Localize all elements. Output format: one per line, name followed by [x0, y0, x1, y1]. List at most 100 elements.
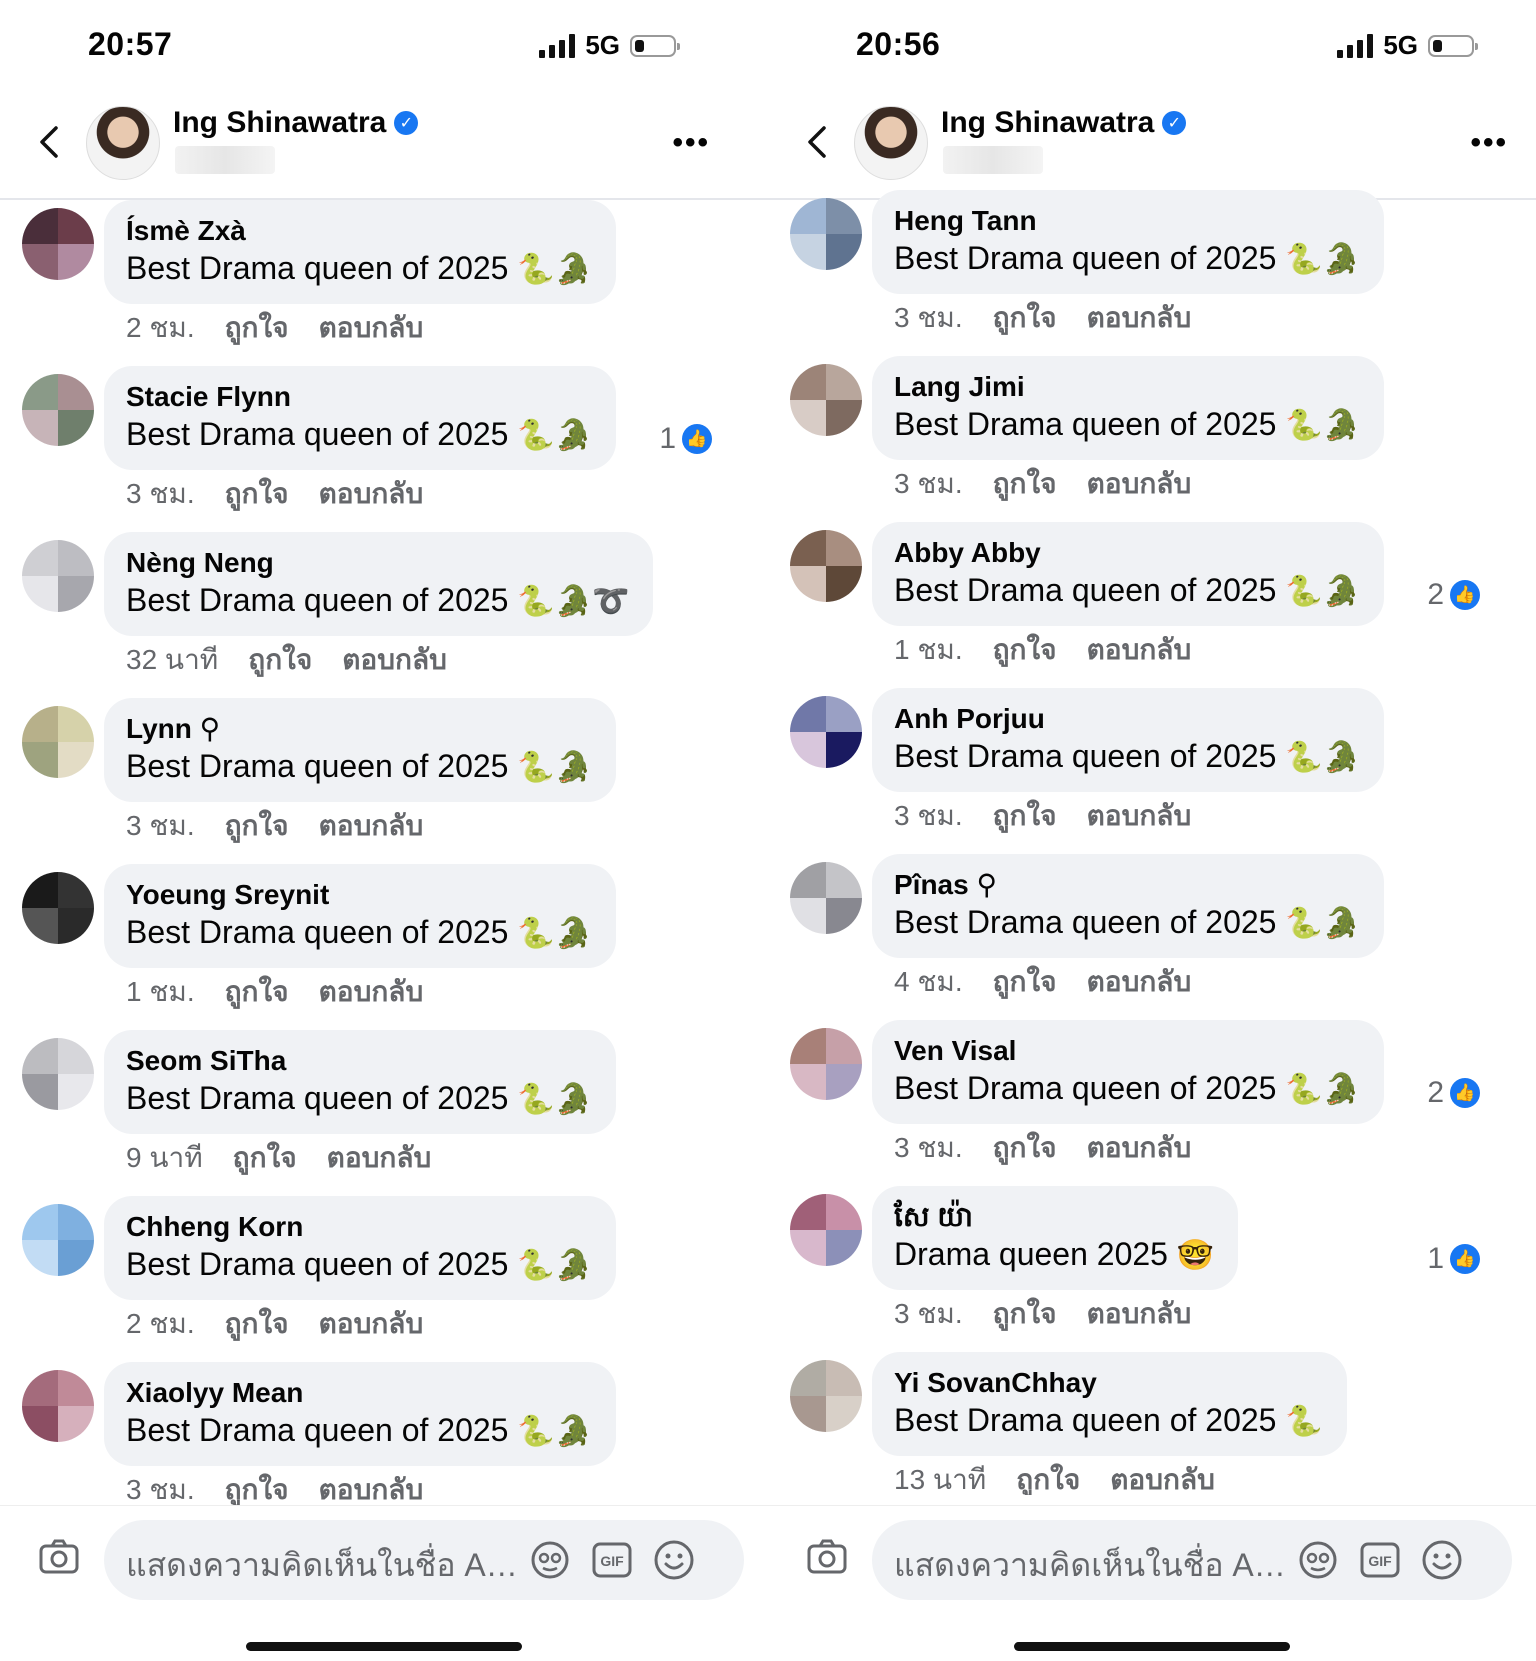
like-button[interactable]: ถูกใจ: [993, 1292, 1057, 1336]
commenter-avatar[interactable]: [22, 1370, 94, 1442]
like-count[interactable]: 1 👍: [1427, 1242, 1480, 1276]
comment-bubble[interactable]: Stacie Flynn Best Drama queen of 2025 🐍🐊: [104, 366, 617, 470]
commenter-name[interactable]: Seom SiTha: [126, 1044, 592, 1078]
commenter-avatar[interactable]: [790, 696, 862, 768]
page-name[interactable]: Ing Shinawatra ✓: [173, 106, 419, 140]
commenter-name[interactable]: Yoeung Sreynit: [126, 878, 592, 912]
reply-button[interactable]: ตอบกลับ: [319, 472, 424, 516]
reply-button[interactable]: ตอบกลับ: [319, 804, 424, 848]
avatar-sticker-icon[interactable]: [528, 1538, 572, 1582]
reply-button[interactable]: ตอบกลับ: [1087, 628, 1192, 672]
like-button[interactable]: ถูกใจ: [993, 794, 1057, 838]
like-count[interactable]: 2 👍: [1427, 1076, 1480, 1110]
comment-bubble[interactable]: Ven Visal Best Drama queen of 2025 🐍🐊: [872, 1020, 1385, 1124]
like-count[interactable]: 1 👍: [659, 422, 712, 456]
commenter-name[interactable]: Abby Abby: [894, 536, 1360, 570]
reply-button[interactable]: ตอบกลับ: [1087, 462, 1192, 506]
commenter-avatar[interactable]: [22, 706, 94, 778]
like-button[interactable]: ถูกใจ: [248, 638, 312, 682]
commenter-avatar[interactable]: [22, 1204, 94, 1276]
reply-button[interactable]: ตอบกลับ: [1087, 1126, 1192, 1170]
commenter-name[interactable]: Lynn ⚲: [126, 712, 592, 746]
like-button[interactable]: ถูกใจ: [993, 960, 1057, 1004]
avatar-sticker-icon[interactable]: [1296, 1538, 1340, 1582]
commenter-name[interactable]: Ven Visal: [894, 1034, 1360, 1068]
back-arrow-icon[interactable]: [798, 122, 838, 162]
reply-button[interactable]: ตอบกลับ: [1087, 960, 1192, 1004]
comment-bubble[interactable]: Yi SovanChhay Best Drama queen of 2025 🐍: [872, 1352, 1347, 1456]
like-button[interactable]: ถูกใจ: [225, 1302, 289, 1346]
like-count[interactable]: 2 👍: [1427, 578, 1480, 612]
commenter-avatar[interactable]: [790, 1028, 862, 1100]
like-button[interactable]: ถูกใจ: [993, 462, 1057, 506]
commenter-avatar[interactable]: [790, 530, 862, 602]
commenter-name[interactable]: Ísmè Zxà: [126, 214, 592, 248]
comment-bubble[interactable]: Yoeung Sreynit Best Drama queen of 2025 🐍…: [104, 864, 617, 968]
like-button[interactable]: ถูกใจ: [225, 472, 289, 516]
page-name[interactable]: Ing Shinawatra ✓: [941, 106, 1187, 140]
commenter-name[interactable]: Stacie Flynn: [126, 380, 592, 414]
emoji-icon[interactable]: [1420, 1538, 1464, 1582]
comment-input[interactable]: แสดงความคิดเห็นในชื่อ An... GIF: [872, 1520, 1512, 1600]
reply-button[interactable]: ตอบกลับ: [319, 306, 424, 350]
comment-input[interactable]: แสดงความคิดเห็นในชื่อ An... GIF: [104, 1520, 744, 1600]
page-avatar[interactable]: [854, 106, 928, 180]
commenter-avatar[interactable]: [790, 1360, 862, 1432]
like-button[interactable]: ถูกใจ: [993, 628, 1057, 672]
comment-bubble[interactable]: Pînas ⚲ Best Drama queen of 2025 🐍🐊: [872, 854, 1385, 958]
comment-bubble[interactable]: Lang Jimi Best Drama queen of 2025 🐍🐊: [872, 356, 1385, 460]
more-options-icon[interactable]: •••: [672, 128, 710, 158]
comment-bubble[interactable]: Anh Porjuu Best Drama queen of 2025 🐍🐊: [872, 688, 1385, 792]
gif-icon[interactable]: GIF: [1358, 1538, 1402, 1582]
reply-button[interactable]: ตอบกลับ: [342, 638, 447, 682]
more-options-icon[interactable]: •••: [1470, 128, 1508, 158]
comment-bubble[interactable]: Nèng Neng Best Drama queen of 2025 🐍🐊➰: [104, 532, 654, 636]
gif-icon[interactable]: GIF: [590, 1538, 634, 1582]
reply-button[interactable]: ตอบกลับ: [319, 970, 424, 1014]
commenter-name[interactable]: Pînas ⚲: [894, 868, 1360, 902]
commenter-name[interactable]: សែ យ៉ា: [894, 1200, 1214, 1234]
like-button[interactable]: ถูกใจ: [225, 1468, 289, 1505]
emoji-icon[interactable]: [652, 1538, 696, 1582]
page-avatar[interactable]: [86, 106, 160, 180]
back-arrow-icon[interactable]: [30, 122, 70, 162]
camera-icon[interactable]: [806, 1536, 848, 1578]
comment-bubble[interactable]: Abby Abby Best Drama queen of 2025 🐍🐊: [872, 522, 1385, 626]
commenter-avatar[interactable]: [22, 208, 94, 280]
home-indicator[interactable]: [1014, 1642, 1290, 1651]
commenter-avatar[interactable]: [22, 540, 94, 612]
reply-button[interactable]: ตอบกลับ: [319, 1302, 424, 1346]
commenter-avatar[interactable]: [790, 1194, 862, 1266]
comment-bubble[interactable]: Ísmè Zxà Best Drama queen of 2025 🐍🐊: [104, 200, 617, 304]
camera-icon[interactable]: [38, 1536, 80, 1578]
commenter-avatar[interactable]: [22, 872, 94, 944]
commenter-name[interactable]: Xiaolyy Mean: [126, 1376, 592, 1410]
commenter-avatar[interactable]: [790, 364, 862, 436]
commenter-name[interactable]: Nèng Neng: [126, 546, 629, 580]
comment-bubble[interactable]: Lynn ⚲ Best Drama queen of 2025 🐍🐊: [104, 698, 617, 802]
commenter-avatar[interactable]: [790, 198, 862, 270]
like-button[interactable]: ถูกใจ: [233, 1136, 297, 1180]
like-button[interactable]: ถูกใจ: [225, 970, 289, 1014]
comment-bubble[interactable]: Xiaolyy Mean Best Drama queen of 2025 🐍🐊: [104, 1362, 617, 1466]
comment-bubble[interactable]: សែ យ៉ា Drama queen 2025 🤓: [872, 1186, 1239, 1290]
commenter-avatar[interactable]: [790, 862, 862, 934]
reply-button[interactable]: ตอบกลับ: [1087, 296, 1192, 340]
reply-button[interactable]: ตอบกลับ: [319, 1468, 424, 1505]
reply-button[interactable]: ตอบกลับ: [327, 1136, 432, 1180]
like-button[interactable]: ถูกใจ: [1016, 1458, 1080, 1495]
comment-bubble[interactable]: Chheng Korn Best Drama queen of 2025 🐍🐊: [104, 1196, 617, 1300]
commenter-name[interactable]: Heng Tann: [894, 204, 1360, 238]
commenter-name[interactable]: Yi SovanChhay: [894, 1366, 1323, 1400]
like-button[interactable]: ถูกใจ: [993, 296, 1057, 340]
reply-button[interactable]: ตอบกลับ: [1087, 794, 1192, 838]
commenter-avatar[interactable]: [22, 374, 94, 446]
like-button[interactable]: ถูกใจ: [225, 306, 289, 350]
commenter-name[interactable]: Chheng Korn: [126, 1210, 592, 1244]
home-indicator[interactable]: [246, 1642, 522, 1651]
like-button[interactable]: ถูกใจ: [993, 1126, 1057, 1170]
reply-button[interactable]: ตอบกลับ: [1087, 1292, 1192, 1336]
comment-bubble[interactable]: Heng Tann Best Drama queen of 2025 🐍🐊: [872, 190, 1385, 294]
reply-button[interactable]: ตอบกลับ: [1110, 1458, 1215, 1495]
commenter-name[interactable]: Lang Jimi: [894, 370, 1360, 404]
